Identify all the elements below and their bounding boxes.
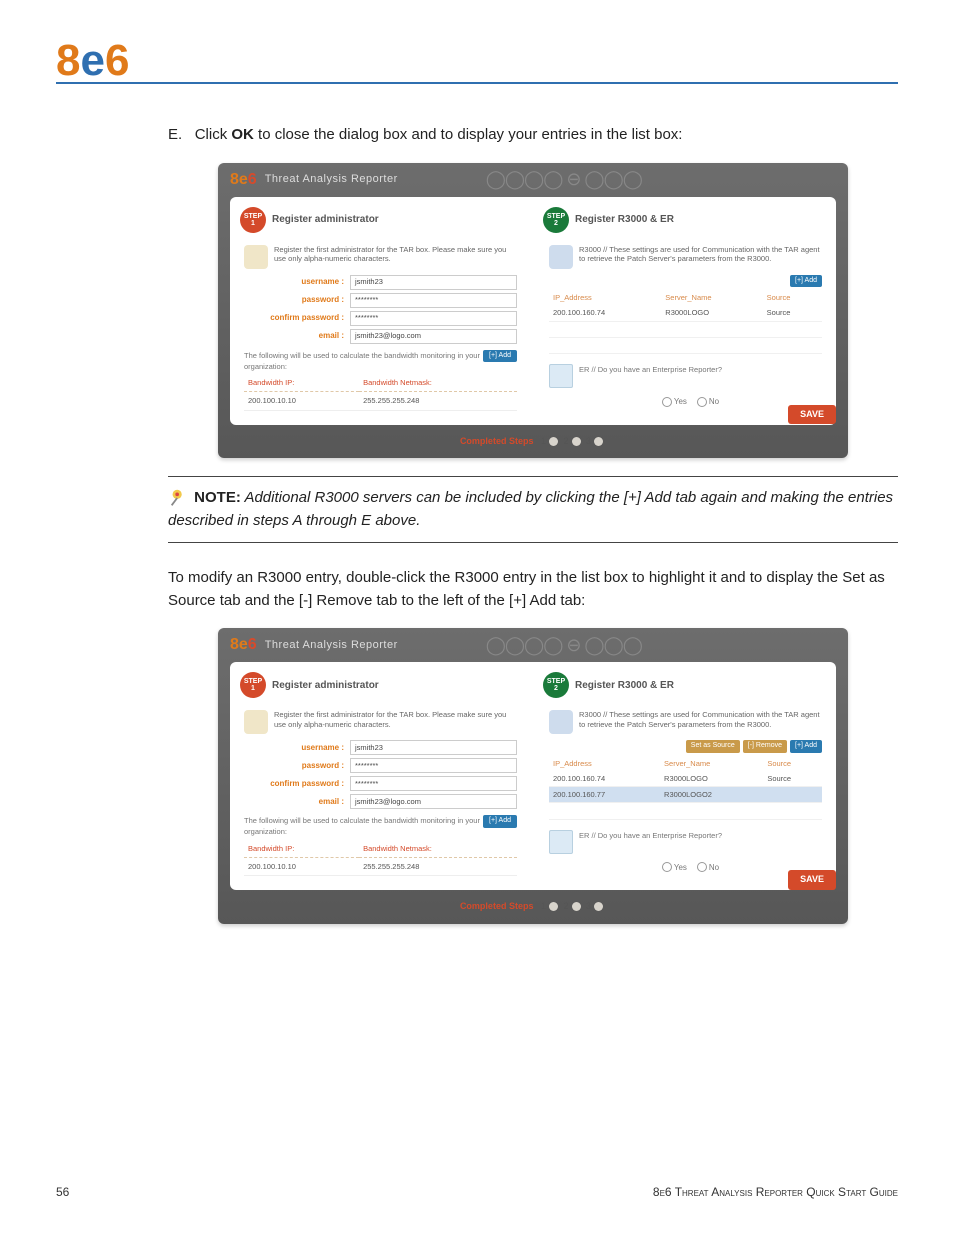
yes-radio[interactable] <box>662 397 672 407</box>
r3000-list-table: IP_AddressServer_NameSource 200.100.160.… <box>549 756 822 820</box>
screenshot-figure-1: 8e6 Threat Analysis Reporter ◯◯◯◯ ⊖ ◯◯◯ … <box>218 163 848 459</box>
r3000-add-tab[interactable]: [+] Add <box>790 275 822 288</box>
modify-paragraph: To modify an R3000 entry, double-click t… <box>168 567 898 612</box>
screenshot-figure-2: 8e6 Threat Analysis Reporter ◯◯◯◯ ⊖ ◯◯◯ … <box>218 628 848 924</box>
confirm-password-field[interactable]: ******** <box>350 776 517 791</box>
r3000-list-table: IP_AddressServer_NameSource 200.100.160.… <box>549 290 822 354</box>
step-1-badge: STEP1 <box>240 207 266 233</box>
step-1-title: Register administrator <box>272 678 379 693</box>
table-row[interactable]: 200.100.10.10255.255.255.248 <box>244 392 517 410</box>
note-box: NOTE: Additional R3000 servers can be in… <box>168 476 898 543</box>
no-radio[interactable] <box>697 862 707 872</box>
table-row[interactable]: 200.100.160.74R3000LOGOSource <box>549 305 822 321</box>
step-1-badge: STEP1 <box>240 672 266 698</box>
er-icon <box>549 830 573 854</box>
set-as-source-tab[interactable]: Set as Source <box>686 740 740 753</box>
footer-title: 8e6 Threat Analysis Reporter Quick Start… <box>653 1185 898 1199</box>
table-row[interactable]: 200.100.160.77R3000LOGO2 <box>549 787 822 803</box>
globe-icon: ◯◯◯◯ ⊖ ◯◯◯ <box>486 166 642 193</box>
globe-icon: ◯◯◯◯ ⊖ ◯◯◯ <box>486 632 642 659</box>
r3000-add-tab[interactable]: [+] Add <box>790 740 822 753</box>
bw-add-tab[interactable]: [+] Add <box>483 815 517 828</box>
password-field[interactable]: ******** <box>350 293 517 308</box>
server-icon <box>549 245 573 269</box>
er-icon <box>549 364 573 388</box>
user-icon <box>244 710 268 734</box>
step-2-badge: STEP2 <box>543 207 569 233</box>
password-field[interactable]: ******** <box>350 758 517 773</box>
fig-brand-bar: 8e6 Threat Analysis Reporter ◯◯◯◯ ⊖ ◯◯◯ <box>218 628 848 662</box>
fig-brand-bar: 8e6 Threat Analysis Reporter ◯◯◯◯ ⊖ ◯◯◯ <box>218 163 848 197</box>
server-icon <box>549 710 573 734</box>
username-field[interactable]: jsmith23 <box>350 740 517 755</box>
step-2-title: Register R3000 & ER <box>575 678 674 693</box>
remove-tab[interactable]: [-] Remove <box>743 740 787 753</box>
instruction-e: E. Click OK to close the dialog box and … <box>168 124 898 147</box>
brand-logo: 8e6 <box>56 36 898 86</box>
save-button[interactable]: SAVE <box>788 405 836 425</box>
save-button[interactable]: SAVE <box>788 870 836 890</box>
step-1-title: Register administrator <box>272 212 379 227</box>
step-2-badge: STEP2 <box>543 672 569 698</box>
table-row[interactable]: 200.100.10.10255.255.255.248 <box>244 857 517 875</box>
no-radio[interactable] <box>697 397 707 407</box>
yes-radio[interactable] <box>662 862 672 872</box>
email-field[interactable]: jsmith23@logo.com <box>350 794 517 809</box>
username-field[interactable]: jsmith23 <box>350 275 517 290</box>
completed-steps: Completed Steps 1 2 3 <box>218 435 848 449</box>
confirm-password-field[interactable]: ******** <box>350 311 517 326</box>
bandwidth-table: Bandwidth IP:Bandwidth Netmask: 200.100.… <box>244 374 517 411</box>
bw-add-tab[interactable]: [+] Add <box>483 350 517 363</box>
step-2-title: Register R3000 & ER <box>575 212 674 227</box>
completed-steps: Completed Steps 1 2 3 <box>218 900 848 914</box>
bandwidth-table: Bandwidth IP:Bandwidth Netmask: 200.100.… <box>244 840 517 877</box>
user-icon <box>244 245 268 269</box>
page-footer: 56 8e6 Threat Analysis Reporter Quick St… <box>56 1185 898 1199</box>
instruction-letter: E. <box>168 126 182 143</box>
table-row[interactable]: 200.100.160.74R3000LOGOSource <box>549 771 822 787</box>
pushpin-icon <box>168 489 194 506</box>
email-field[interactable]: jsmith23@logo.com <box>350 329 517 344</box>
page-number: 56 <box>56 1185 69 1199</box>
